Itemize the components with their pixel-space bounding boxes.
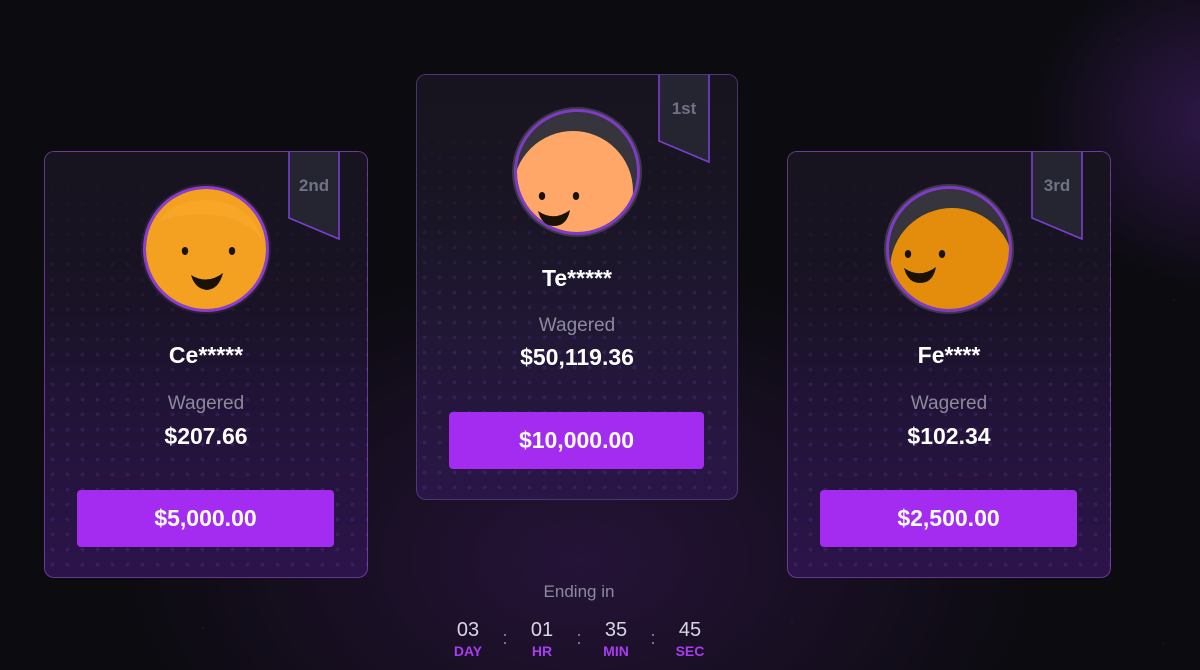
ending-in-label: Ending in — [543, 582, 615, 601]
rank-ribbon: 2nd — [288, 152, 340, 241]
prize-button[interactable]: $2,500.00 — [820, 490, 1077, 547]
wagered-amount: $207.66 — [164, 423, 248, 449]
countdown-seconds-label: SEC — [675, 643, 705, 659]
player-name: Fe**** — [917, 342, 981, 368]
rank-label: 1st — [671, 99, 697, 118]
smiley-avatar-icon — [882, 182, 1016, 316]
podium-card-2nd: 2nd Ce***** Wagered $207.66 $5,000.00 — [44, 151, 368, 578]
wagered-label: Wagered — [538, 315, 616, 336]
rank-ribbon: 1st — [658, 75, 710, 164]
podium-card-3rd: 3rd Fe**** Wagered $102.34 $2,500.00 — [787, 151, 1111, 578]
countdown-minutes-label: MIN — [603, 643, 629, 659]
countdown-hours-value: 01 — [530, 619, 554, 641]
rank-label: 3rd — [1043, 176, 1071, 195]
wagered-label: Wagered — [910, 393, 988, 414]
prize-button[interactable]: $5,000.00 — [77, 490, 334, 547]
countdown-timer: 03 DAY : 01 HR : 35 MIN : 45 SEC — [0, 618, 1158, 660]
player-name: Ce***** — [168, 342, 244, 368]
countdown-separator: : — [576, 628, 582, 648]
countdown-seconds-value: 45 — [678, 619, 702, 641]
smiley-avatar-icon — [139, 182, 273, 316]
countdown-minutes: 35 MIN — [586, 618, 646, 660]
rank-label: 2nd — [298, 176, 330, 195]
countdown-days: 03 DAY — [438, 618, 498, 660]
countdown-minutes-value: 35 — [604, 619, 628, 641]
smiley-avatar-icon — [510, 105, 644, 239]
podium-card-1st: 1st Te***** Wagered $50,119.36 $10,000.0… — [416, 74, 738, 500]
wagered-label: Wagered — [167, 393, 245, 414]
player-name: Te***** — [542, 265, 612, 291]
countdown-separator: : — [650, 628, 656, 648]
countdown-hours: 01 HR — [512, 618, 572, 660]
countdown-days-label: DAY — [453, 643, 483, 659]
rank-ribbon: 3rd — [1031, 152, 1083, 241]
wagered-amount: $50,119.36 — [520, 344, 634, 370]
prize-button[interactable]: $10,000.00 — [449, 412, 704, 469]
wagered-amount: $102.34 — [907, 423, 991, 449]
countdown-hours-label: HR — [531, 643, 553, 659]
countdown-days-value: 03 — [456, 619, 480, 641]
countdown-seconds: 45 SEC — [660, 618, 720, 660]
countdown-separator: : — [502, 628, 508, 648]
